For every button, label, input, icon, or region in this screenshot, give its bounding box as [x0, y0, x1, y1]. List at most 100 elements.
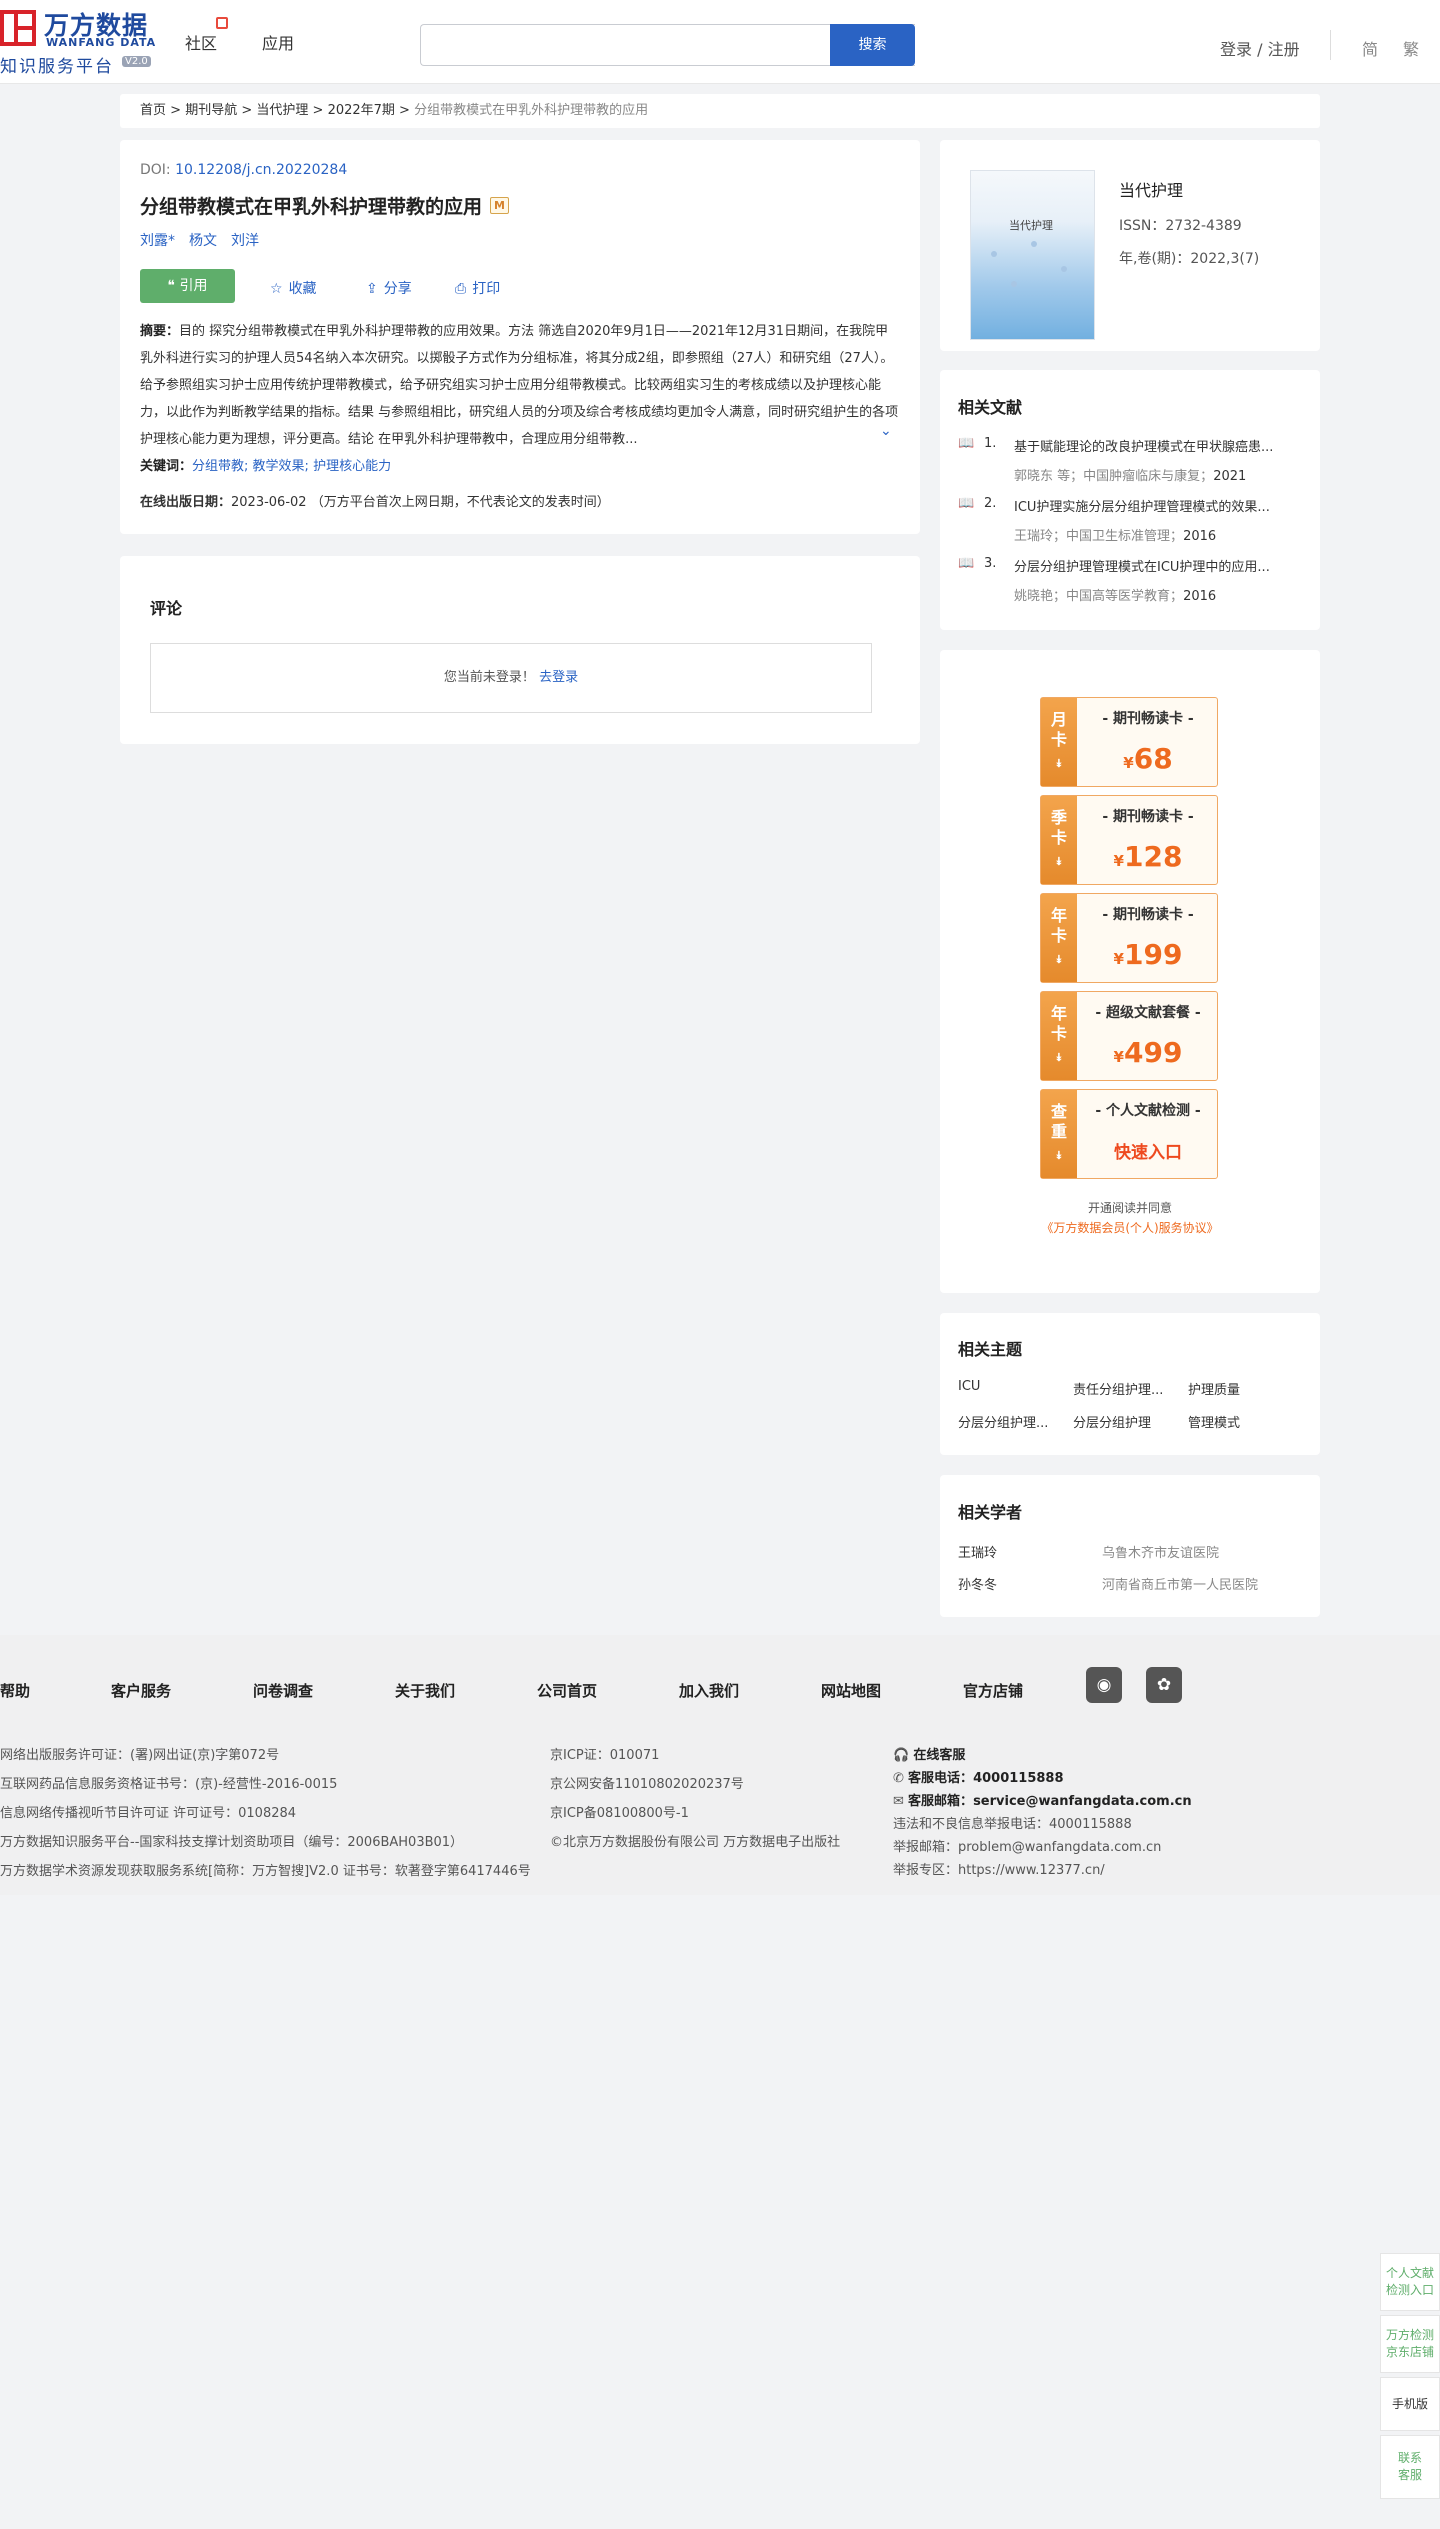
promo-amount: 499 — [1123, 1036, 1183, 1069]
promo-super-package-card[interactable]: 年卡 ⯯ - 超级文献套餐 - ¥499 — [1040, 991, 1218, 1081]
service-email-label: 客服邮箱： — [908, 1794, 974, 1809]
comment-login-link[interactable]: 去登录 — [539, 670, 578, 685]
favorite-button[interactable]: ☆ 收藏 — [270, 278, 317, 298]
promo-quick-entry[interactable]: 快速入口 — [1077, 1138, 1219, 1163]
breadcrumb-journal[interactable]: 当代护理 — [256, 103, 308, 118]
license-line: 万方数据知识服务平台--国家科技支撑计划资助项目（编号：2006BAH03B01… — [0, 1835, 464, 1850]
quote-icon: ❝ — [167, 278, 180, 294]
topic-link[interactable]: 分层分组护理 — [1073, 1412, 1151, 1431]
footer-link-survey[interactable]: 问卷调查 — [253, 1680, 313, 1701]
promo-monthly-card[interactable]: 月卡 ⯯ - 期刊畅读卡 - ¥68 — [1040, 697, 1218, 787]
footer-link-join[interactable]: 加入我们 — [679, 1680, 739, 1701]
float-jd-store[interactable]: 万方检测京东店铺 — [1380, 2315, 1440, 2373]
service-agreement: 开通阅读并同意 《万方数据会员(个人)服务协议》 — [940, 1198, 1320, 1238]
related-doc-item[interactable]: 📖 3. 分层分组护理管理模式在ICU护理中的应用... 姚晓艳；中国高等医学教… — [958, 556, 1298, 611]
related-doc-journal: 中国高等医学教育 — [1066, 589, 1171, 604]
expand-abstract-icon[interactable]: ⌄ — [880, 423, 892, 439]
breadcrumb-home[interactable]: 首页 — [140, 103, 166, 118]
print-label: 打印 — [472, 281, 501, 297]
promo-amount: 199 — [1123, 938, 1183, 971]
related-doc-title[interactable]: 基于赋能理论的改良护理模式在甲状腺癌患... — [1014, 436, 1299, 455]
promo-plagiarism-check-card[interactable]: 查重 ⯯ - 个人文献检测 - 快速入口 — [1040, 1089, 1218, 1179]
wechat-icon[interactable]: ✿ — [1146, 1667, 1182, 1703]
promo-side-tab: 季卡 ⯯ — [1041, 796, 1077, 884]
report-area-link[interactable]: 举报专区：https://www.12377.cn/ — [893, 1859, 1105, 1878]
journal-cover[interactable]: 当代护理 — [970, 170, 1095, 340]
topic-link[interactable]: 分层分组护理... — [958, 1412, 1048, 1431]
related-doc-meta: 王瑞玲；中国卫生标准管理；2016 — [1014, 529, 1217, 544]
footer-link-company[interactable]: 公司首页 — [537, 1680, 597, 1701]
float-contact-service[interactable]: 联系客服 — [1380, 2435, 1440, 2499]
topic-link[interactable]: 责任分组护理... — [1073, 1379, 1163, 1398]
cover-decoration — [991, 251, 997, 257]
related-doc-authors: 王瑞玲 — [1014, 529, 1054, 544]
logo-text-en: WANFANG DATA — [46, 36, 157, 49]
double-down-arrow-icon: ⯯ — [1055, 953, 1063, 966]
keyword-link[interactable]: 护理核心能力 — [313, 459, 391, 474]
nav-community[interactable]: 社区 — [185, 30, 217, 54]
promo-side-tab: 查重 ⯯ — [1041, 1090, 1077, 1178]
agreement-link[interactable]: 《万方数据会员(个人)服务协议》 — [1041, 1221, 1218, 1235]
nav-apps[interactable]: 应用 — [262, 30, 294, 54]
license-line: 信息网络传播视听节目许可证 许可证号：0108284 — [0, 1806, 297, 1821]
share-button[interactable]: ⇪ 分享 — [366, 278, 412, 298]
related-doc-no: 3. — [984, 556, 997, 571]
related-doc-title[interactable]: 分层分组护理管理模式在ICU护理中的应用... — [1014, 556, 1299, 575]
promo-price: ¥199 — [1077, 938, 1219, 971]
mail-icon: ✉ — [893, 1794, 904, 1809]
promo-side-char: 年 — [1050, 1004, 1067, 1023]
related-doc-meta: 郭晓东 等；中国肿瘤临床与康复；2021 — [1014, 469, 1247, 484]
related-doc-item[interactable]: 📖 1. 基于赋能理论的改良护理模式在甲状腺癌患... 郭晓东 等；中国肿瘤临床… — [958, 436, 1298, 491]
promo-amount: 68 — [1133, 742, 1173, 775]
promo-name: - 期刊畅读卡 - — [1102, 809, 1194, 825]
promo-currency: ¥ — [1113, 1048, 1124, 1066]
keywords-label: 关键词： — [140, 459, 193, 474]
footer-link-service[interactable]: 客户服务 — [111, 1680, 171, 1701]
author-link[interactable]: 刘洋 — [231, 233, 259, 249]
journal-name[interactable]: 当代护理 — [1119, 177, 1183, 201]
breadcrumb-issue[interactable]: 2022年7期 — [328, 103, 395, 118]
keyword-link[interactable]: 分组带教; — [192, 459, 248, 474]
license-line: 网络出版服务许可证：(署)网出证(京)字第072号 — [0, 1748, 280, 1763]
promo-amount: 128 — [1123, 840, 1183, 873]
keyword-link[interactable]: 教学效果; — [253, 459, 309, 474]
topic-link[interactable]: 管理模式 — [1188, 1412, 1240, 1431]
header-divider — [1330, 30, 1331, 60]
promo-name: - 期刊畅读卡 - — [1102, 907, 1194, 923]
scholar-name[interactable]: 王瑞玲 — [958, 1542, 997, 1561]
weibo-icon[interactable]: ◉ — [1086, 1667, 1122, 1703]
related-doc-title[interactable]: ICU护理实施分层分组护理管理模式的效果... — [1014, 496, 1299, 515]
float-mobile[interactable]: 手机版 — [1380, 2377, 1440, 2431]
abstract: 摘要：目的 探究分组带教模式在甲乳外科护理带教的应用效果。方法 筛选自2020年… — [140, 318, 900, 453]
doi-link[interactable]: 10.12208/j.cn.20220284 — [175, 162, 347, 178]
footer-link-about[interactable]: 关于我们 — [395, 1680, 455, 1701]
float-detect-entry[interactable]: 个人文献检测入口 — [1380, 2253, 1440, 2311]
footer-link-sitemap[interactable]: 网站地图 — [821, 1680, 881, 1701]
cite-button[interactable]: ❝ 引用 — [140, 269, 235, 303]
topic-link[interactable]: ICU — [958, 1379, 980, 1394]
search-button[interactable]: 搜索 — [830, 24, 915, 66]
promo-yearly-card[interactable]: 年卡 ⯯ - 期刊畅读卡 - ¥199 — [1040, 893, 1218, 983]
related-doc-authors: 郭晓东 等 — [1014, 469, 1071, 484]
print-button[interactable]: ⎙ 打印 — [455, 278, 500, 298]
pubdate-label: 在线出版日期： — [140, 495, 232, 510]
lang-simplified[interactable]: 简 — [1362, 36, 1378, 60]
footer-link-store[interactable]: 官方店铺 — [963, 1680, 1023, 1701]
topic-link[interactable]: 护理质量 — [1188, 1379, 1240, 1398]
footer-link-help[interactable]: 帮助 — [0, 1680, 30, 1701]
publish-date: 在线出版日期：2023-06-02 （万方平台首次上网日期，不代表论文的发表时间… — [140, 491, 610, 510]
promo-side-tab: 年卡 ⯯ — [1041, 992, 1077, 1080]
promo-side-char: 年 — [1050, 906, 1067, 925]
book-icon: 📖 — [958, 496, 975, 511]
related-doc-item[interactable]: 📖 2. ICU护理实施分层分组护理管理模式的效果... 王瑞玲；中国卫生标准管… — [958, 496, 1298, 551]
scholar-name[interactable]: 孙冬冬 — [958, 1574, 997, 1593]
login-register-link[interactable]: 登录 / 注册 — [1220, 36, 1300, 60]
wanfang-logo[interactable]: 万方数据 WANFANG DATA 知识服务平台 V2.0 — [0, 6, 160, 77]
author-link[interactable]: 刘露* — [140, 233, 175, 249]
online-service[interactable]: 🎧 在线客服 — [893, 1744, 965, 1763]
topics-title: 相关主题 — [958, 1340, 1023, 1359]
breadcrumb-journals[interactable]: 期刊导航 — [185, 103, 237, 118]
promo-quarterly-card[interactable]: 季卡 ⯯ - 期刊畅读卡 - ¥128 — [1040, 795, 1218, 885]
author-link[interactable]: 杨文 — [189, 233, 217, 249]
lang-traditional[interactable]: 繁 — [1403, 36, 1419, 60]
